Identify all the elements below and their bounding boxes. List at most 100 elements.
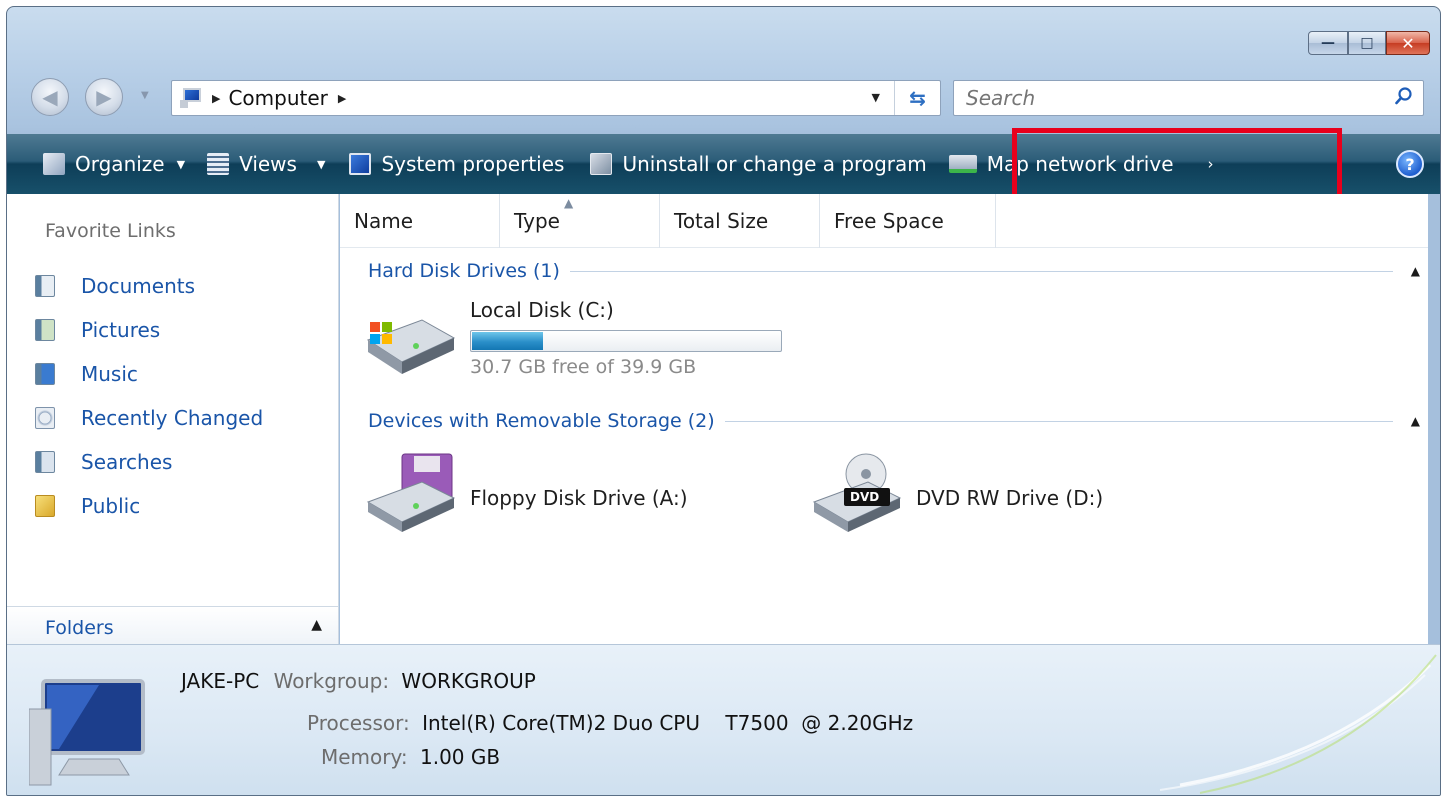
uninstall-program-button[interactable]: Uninstall or change a program [584,134,932,194]
recently-changed-icon [35,407,55,429]
back-arrow-icon: ◀ [42,85,58,109]
group-header-removable-storage[interactable]: Devices with Removable Storage (2) ▲ [368,406,1420,436]
computer-name: JAKE-PC Workgroup: WORKGROUP [181,669,536,693]
organize-icon [43,153,65,175]
sidebar-item-music[interactable]: Music [35,352,263,396]
drive-dvd-rw-d[interactable]: DVD DVD RW Drive (D:) [808,452,1103,536]
close-icon: ✕ [1401,33,1415,53]
system-properties-icon [349,153,372,175]
chevron-down-icon: ▼ [316,157,326,171]
help-icon[interactable]: ? [1396,150,1424,178]
group-title: Devices with Removable Storage (2) [368,410,715,432]
group-title: Hard Disk Drives (1) [368,260,560,282]
organize-label: Organize [75,152,165,176]
memory-row: Memory: 1.00 GB [321,745,500,769]
column-headers: Name ▲ Type Total Size Free Space [340,194,1428,248]
search-icon[interactable] [1395,87,1413,105]
floppy-drive-icon [366,453,456,532]
public-folder-icon [35,495,55,517]
minimize-button[interactable]: — [1308,31,1348,55]
sidebar-item-recently-changed[interactable]: Recently Changed [35,396,263,440]
sidebar-item-public[interactable]: Public [35,484,263,528]
computer-icon [180,88,202,108]
column-header-free-space[interactable]: Free Space [820,194,996,248]
workgroup-label: Workgroup: [273,669,390,693]
explorer-window: — □ ✕ ◀ ▶ ▼ ▶ Computer ▶ ▼ ⇆ Search Orga… [6,6,1441,796]
decorative-swoosh [1159,654,1437,794]
drive-local-disk-c[interactable]: Local Disk (C:) 30.7 GB free of 39.9 GB [362,298,782,378]
drive-name: Local Disk (C:) [470,298,614,322]
searches-icon [35,451,55,473]
search-input[interactable] [966,86,1366,110]
computer-name-value: JAKE-PC [181,669,260,693]
column-header-label: Total Size [674,209,769,233]
window-controls: — □ ✕ [1308,31,1430,55]
drive-name: Floppy Disk Drive (A:) [470,486,688,510]
sidebar-item-searches[interactable]: Searches [35,440,263,484]
views-label: Views [239,152,297,176]
chevron-up-icon[interactable]: ▲ [1411,414,1420,428]
group-header-hard-disk-drives[interactable]: Hard Disk Drives (1) ▲ [368,256,1420,286]
folders-toggle[interactable]: Folders ▲ [7,606,338,646]
refresh-button[interactable]: ⇆ [894,81,940,115]
column-header-label: Name [354,209,414,233]
sort-ascending-icon: ▲ [564,196,574,210]
memory-label: Memory: [321,745,408,769]
recent-pages-dropdown[interactable]: ▼ [141,90,149,101]
sidebar-item-label: Public [81,494,141,518]
group-divider [569,270,1393,272]
chevron-up-icon[interactable]: ▲ [1411,264,1420,278]
sidebar-item-label: Music [81,362,138,386]
address-dropdown-icon[interactable]: ▼ [872,91,880,104]
breadcrumb-chevron-icon[interactable]: ▶ [338,92,346,105]
hard-drive-icon [366,319,456,374]
column-header-total-size[interactable]: Total Size [660,194,820,248]
breadcrumb-separator-icon[interactable]: ▶ [212,92,220,105]
maximize-icon: □ [1360,35,1374,51]
music-icon [35,363,55,385]
column-header-label: Free Space [834,209,944,233]
uninstall-icon [590,153,613,175]
search-box[interactable] [953,80,1424,116]
documents-icon [35,275,55,297]
sidebar-item-documents[interactable]: Documents [35,264,263,308]
system-properties-button[interactable]: System properties [343,134,570,194]
workgroup-value: WORKGROUP [401,669,536,693]
favorite-links-list: Documents Pictures Music Recently Change… [35,264,263,528]
navigation-pane: Favorite Links Documents Pictures Music … [7,194,339,646]
details-pane: JAKE-PC Workgroup: WORKGROUP Processor: … [7,644,1440,795]
processor-value: Intel(R) Core(TM)2 Duo CPU T7500 @ 2.20G… [422,711,914,735]
chevron-up-icon: ▲ [311,617,322,633]
column-header-type[interactable]: ▲ Type [500,194,660,248]
organize-button[interactable]: Organize ▼ [37,134,191,194]
views-button[interactable]: Views ▼ [201,134,331,194]
refresh-icon: ⇆ [909,86,926,110]
sidebar-item-label: Pictures [81,318,161,342]
navigation-bar: ◀ ▶ ▼ ▶ Computer ▶ ▼ ⇆ [23,74,1432,118]
sidebar-item-label: Documents [81,274,196,298]
memory-value: 1.00 GB [419,745,501,769]
favorite-links-heading: Favorite Links [45,220,176,242]
forward-button[interactable]: ▶ [85,78,123,116]
forward-arrow-icon: ▶ [96,85,112,109]
map-network-drive-button[interactable]: Map network drive [943,134,1180,194]
more-commands-icon[interactable]: › [1208,155,1214,173]
group-divider [724,420,1393,422]
sidebar-item-label: Searches [81,450,173,474]
minimize-icon: — [1321,35,1335,51]
processor-label: Processor: [307,711,410,735]
sidebar-item-pictures[interactable]: Pictures [35,308,263,352]
column-header-name[interactable]: Name [340,194,500,248]
close-button[interactable]: ✕ [1386,31,1430,55]
chevron-down-icon: ▼ [176,157,186,171]
back-button[interactable]: ◀ [31,78,69,116]
uninstall-label: Uninstall or change a program [622,152,927,176]
sidebar-item-label: Recently Changed [81,406,264,430]
drive-floppy-a[interactable]: Floppy Disk Drive (A:) [362,452,688,536]
computer-icon [29,679,145,786]
address-bar[interactable]: ▶ Computer ▶ ▼ ⇆ [171,80,941,116]
maximize-button[interactable]: □ [1348,31,1386,55]
drive-free-space: 30.7 GB free of 39.9 GB [470,356,697,378]
drive-name: DVD RW Drive (D:) [916,486,1104,510]
breadcrumb-computer[interactable]: Computer [228,86,327,110]
